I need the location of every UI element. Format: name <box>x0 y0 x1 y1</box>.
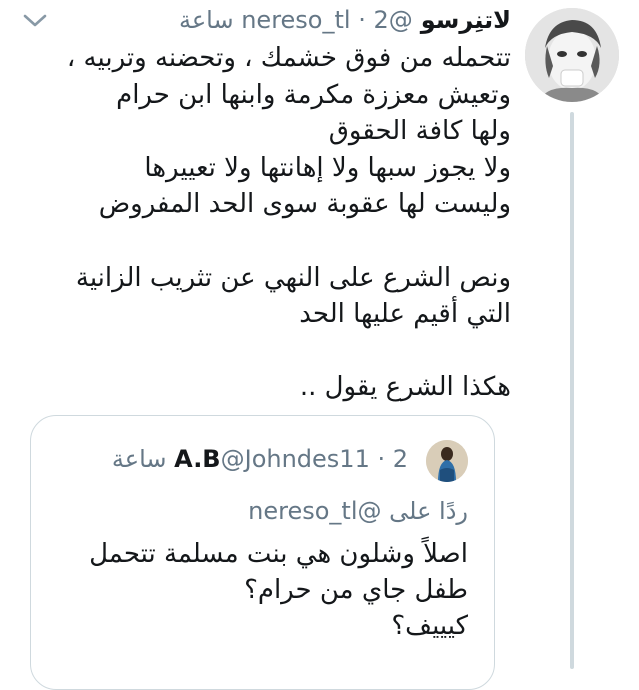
tweet-line: وليست لها عقوبة سوى الحد المفروض <box>98 189 511 220</box>
tweet-line: ونص الشرع على النهي عن تثريب الزانية <box>75 262 511 293</box>
quoted-text: اصلاً وشلون هي بنت مسلمة تتحمل طفل جاي م… <box>48 536 468 644</box>
profile-avatar[interactable] <box>525 8 619 102</box>
quoted-meta[interactable]: @Johndes11 · 2 ساعة <box>112 445 408 473</box>
tweet-line: التي أقيم عليها الحد <box>299 299 511 330</box>
quoted-line: كيييف؟ <box>391 611 468 641</box>
quoted-display-name[interactable]: A.B <box>174 445 220 473</box>
quoted-tweet-card[interactable]: A.B@Johndes11 · 2 ساعة ردًا على @nereso_… <box>30 415 495 690</box>
tweet-line: تتحمله من فوق خشمك ، وتحضنه وتربيه ، <box>66 43 511 73</box>
display-name[interactable]: لاتنِرسو <box>421 6 511 34</box>
tweet-line: ولا يجوز سبها ولا إهانتها ولا تعييرها <box>144 152 511 183</box>
thread-line <box>570 112 574 669</box>
tweet-line: وتعيش معززة مكرمة وابنها ابن حرام <box>116 79 511 110</box>
chevron-down-icon[interactable] <box>22 12 48 30</box>
quoted-line: طفل جاي من حرام؟ <box>244 575 468 605</box>
quoted-header: A.B@Johndes11 · 2 ساعة <box>112 442 416 476</box>
tweet[interactable]: لاتنِرسو @nereso_tl · 2 ساعة تتحمله من فو… <box>0 0 639 690</box>
tweet-text: تتحمله من فوق خشمك ، وتحضنه وتربيه ، وتع… <box>11 40 511 406</box>
tweet-line: ولها كافة الحقوق <box>328 116 511 147</box>
tweet-header: لاتنِرسو @nereso_tl · 2 ساعة <box>179 4 511 36</box>
tweet-meta[interactable]: @nereso_tl · 2 ساعة <box>179 6 413 34</box>
tweet-line: هكذا الشرع يقول .. <box>299 372 511 403</box>
reply-to-label[interactable]: ردًا على @nereso_tl <box>248 494 468 528</box>
quoted-line: اصلاً وشلون هي بنت مسلمة تتحمل <box>89 539 468 569</box>
quoted-avatar[interactable] <box>426 440 468 482</box>
